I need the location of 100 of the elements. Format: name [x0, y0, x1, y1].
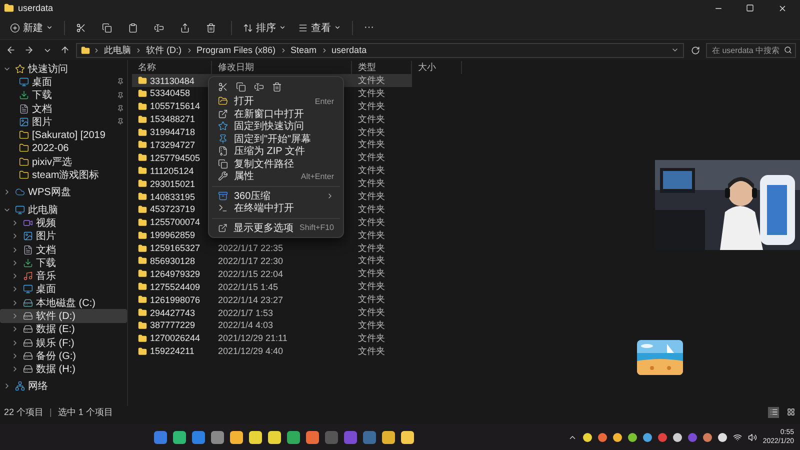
- details-view-button[interactable]: [768, 406, 779, 418]
- file-item[interactable]: 53340458: [132, 86, 212, 100]
- address-bar[interactable]: 此电脑 软件 (D:) Program Files (x86) Steam userdata: [76, 42, 684, 58]
- folder-icon: [19, 156, 29, 167]
- file-item[interactable]: 1275524409: [132, 280, 212, 294]
- file-item[interactable]: 1055715614: [132, 100, 212, 113]
- file-item[interactable]: 153488271: [132, 112, 212, 126]
- file-item[interactable]: 1255700074: [132, 216, 212, 229]
- file-item[interactable]: 387777229: [132, 318, 212, 332]
- sidebar-item[interactable]: 文档: [0, 242, 127, 256]
- menu-item[interactable]: 360压缩: [212, 190, 340, 202]
- file-item[interactable]: 331130484: [132, 74, 212, 87]
- breadcrumb[interactable]: 软件 (D:): [145, 44, 182, 56]
- file-item[interactable]: 1257794505: [132, 151, 212, 164]
- sidebar-item[interactable]: WPS网盘: [0, 186, 127, 199]
- file-type: 文件夹: [357, 202, 386, 216]
- rename-icon[interactable]: [254, 82, 264, 92]
- menu-item[interactable]: 复制文件路径: [212, 158, 340, 170]
- menu-item[interactable]: 在新窗口中打开: [212, 108, 340, 120]
- external-link-icon: [218, 222, 228, 233]
- file-item[interactable]: 856930128: [132, 254, 212, 268]
- file-type: 文件夹: [357, 344, 386, 358]
- sidebar-item[interactable]: 图片: [0, 230, 127, 243]
- sidebar-item[interactable]: 桌面: [0, 75, 127, 89]
- sidebar-item[interactable]: 数据 (E:): [0, 322, 127, 336]
- menu-item[interactable]: 固定到快速访问: [212, 120, 340, 132]
- file-item[interactable]: 294427743: [132, 306, 212, 320]
- file-item[interactable]: 1261998076: [132, 293, 212, 306]
- more-button[interactable]: ···: [360, 18, 382, 38]
- file-item[interactable]: 453723719: [132, 202, 212, 216]
- new-button[interactable]: 新建: [6, 18, 57, 38]
- app-icon[interactable]: [172, 430, 186, 444]
- sort-button[interactable]: 排序: [239, 18, 290, 38]
- search-field[interactable]: 在 userdata 中搜索: [706, 42, 796, 58]
- file-item[interactable]: 1259165327: [132, 242, 212, 255]
- menu-item[interactable]: 压缩为 ZIP 文件: [212, 145, 340, 158]
- menu-item[interactable]: 显示更多选项 Shift+F10: [212, 222, 340, 234]
- file-item[interactable]: 1270026244: [132, 332, 212, 345]
- sidebar-item[interactable]: 文档: [0, 102, 127, 116]
- image-icon: [19, 116, 29, 127]
- dropdown-icon[interactable]: [671, 46, 679, 54]
- clipboard-icon: [128, 22, 138, 32]
- sidebar-item[interactable]: 数据 (H:): [0, 362, 127, 376]
- file-item[interactable]: 199962859: [132, 228, 212, 242]
- drive-icon: [23, 310, 33, 321]
- sidebar-item[interactable]: 网络: [0, 380, 127, 394]
- menu-item[interactable]: 属性 Alt+Enter: [212, 170, 340, 182]
- app-icon[interactable]: [230, 430, 243, 444]
- app-icon[interactable]: [210, 430, 224, 444]
- app-icon[interactable]: [400, 430, 414, 444]
- wifi-icon[interactable]: [732, 432, 742, 442]
- app-icon[interactable]: [268, 430, 281, 444]
- breadcrumb[interactable]: 此电脑: [103, 44, 132, 56]
- star-icon: [15, 64, 25, 74]
- sidebar-item[interactable]: 下载: [0, 88, 127, 102]
- sidebar-item[interactable]: 娱乐 (F:): [0, 336, 127, 350]
- sidebar-item[interactable]: 备份 (G:): [0, 349, 127, 363]
- sidebar-item[interactable]: steam游戏图标: [0, 168, 127, 182]
- file-item[interactable]: 319944718: [132, 126, 212, 139]
- app-icon[interactable]: [286, 430, 300, 444]
- file-type: 文件夹: [357, 318, 386, 332]
- sidebar-item[interactable]: 下载: [0, 256, 127, 270]
- app-icon[interactable]: [306, 430, 319, 444]
- sidebar-item[interactable]: pixiv严选: [0, 155, 127, 168]
- sidebar-item[interactable]: 此电脑: [0, 202, 127, 216]
- file-item[interactable]: 111205124: [132, 164, 212, 178]
- delete-icon[interactable]: [272, 82, 282, 92]
- breadcrumb[interactable]: Program Files (x86): [196, 45, 277, 55]
- sidebar-item[interactable]: 桌面: [0, 282, 127, 296]
- sidebar-item[interactable]: 本地磁盘 (C:): [0, 296, 127, 310]
- breadcrumb[interactable]: Steam: [290, 45, 318, 55]
- menu-item[interactable]: 固定到"开始"屏幕: [212, 132, 340, 145]
- app-icon[interactable]: [248, 430, 262, 444]
- copy-icon: [102, 22, 112, 32]
- file-type: 文件夹: [357, 86, 386, 100]
- file-item[interactable]: 173294727: [132, 138, 212, 152]
- sidebar-item[interactable]: 视频: [0, 216, 127, 230]
- view-button[interactable]: 查看: [294, 18, 345, 38]
- folder-icon: [138, 128, 147, 137]
- speaker-icon[interactable]: [748, 432, 757, 442]
- app-icon[interactable]: [382, 430, 395, 444]
- column-header[interactable]: 大小: [412, 60, 462, 74]
- file-item[interactable]: 293015021: [132, 177, 212, 190]
- folder-icon: [138, 218, 147, 227]
- breadcrumb[interactable]: userdata: [330, 45, 368, 55]
- sidebar-item[interactable]: 快速访问: [0, 62, 127, 76]
- copy-icon[interactable]: [236, 82, 246, 92]
- sidebar-item[interactable]: [Sakurato] [2019: [0, 128, 127, 142]
- tiles-view-button[interactable]: [785, 406, 796, 418]
- file-item[interactable]: 159224211: [132, 344, 212, 358]
- menu-item[interactable]: 打开 Enter: [212, 95, 340, 108]
- plus-icon: [10, 22, 20, 32]
- file-item[interactable]: 140833195: [132, 190, 212, 204]
- cut-icon[interactable]: [218, 82, 228, 92]
- sidebar-item[interactable]: 图片: [0, 115, 127, 128]
- file-item[interactable]: 1264979329: [132, 267, 212, 280]
- sidebar-item[interactable]: 音乐: [0, 269, 127, 283]
- sidebar-item[interactable]: 软件 (D:): [0, 309, 127, 323]
- menu-item[interactable]: 在终端中打开: [212, 202, 340, 214]
- sidebar-item[interactable]: 2022-06: [0, 142, 127, 156]
